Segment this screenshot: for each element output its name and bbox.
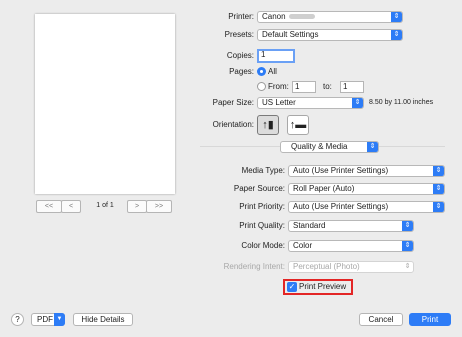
pages-to-input[interactable]: 1 <box>340 81 364 93</box>
pages-all-label: All <box>268 67 277 76</box>
copies-input[interactable]: 1 <box>257 49 295 63</box>
next-page-label: > <box>134 203 140 210</box>
paper-source-value: Roll Paper (Auto) <box>293 184 355 193</box>
print-priority-label: Print Priority: <box>239 202 285 211</box>
pages-all-radio[interactable] <box>257 67 266 76</box>
pages-from-radio[interactable] <box>257 82 266 91</box>
section-value: Quality & Media <box>291 142 348 151</box>
orientation-label: Orientation: <box>212 120 254 129</box>
page-indicator: 1 of 1 <box>96 202 114 209</box>
pages-from-label: From: <box>268 82 289 91</box>
last-page-label: >> <box>154 203 164 210</box>
printer-popup[interactable]: Canon ⇕ <box>257 11 403 23</box>
updown-arrow-icon: ⇕ <box>433 202 444 212</box>
pdf-menu-button[interactable]: PDF ▼ <box>31 313 65 326</box>
updown-arrow-icon: ⇕ <box>404 263 411 270</box>
presets-label: Presets: <box>224 30 254 39</box>
pages-to-label: to: <box>323 82 332 91</box>
next-page-button[interactable]: > <box>127 200 147 213</box>
first-page-label: << <box>44 203 54 210</box>
paper-source-label: Paper Source: <box>233 184 285 193</box>
previous-page-label: < <box>68 203 74 210</box>
print-preview-label: Print Preview <box>299 282 347 291</box>
landscape-icon: ↑▬ <box>289 119 307 131</box>
print-preview-checkbox[interactable]: ✓ <box>287 282 297 292</box>
presets-value: Default Settings <box>262 30 319 39</box>
updown-arrow-icon: ⇕ <box>391 30 402 40</box>
cancel-button[interactable]: Cancel <box>359 313 403 326</box>
rendering-intent-label: Rendering Intent: <box>223 262 285 271</box>
updown-arrow-icon: ⇕ <box>402 221 413 231</box>
paper-size-value: US Letter <box>262 98 296 107</box>
media-type-popup[interactable]: Auto (Use Printer Settings) ⇕ <box>288 165 445 177</box>
color-mode-value: Color <box>293 241 313 250</box>
chevron-down-icon: ▼ <box>54 313 65 326</box>
print-priority-value: Auto (Use Printer Settings) <box>293 202 389 211</box>
print-quality-label: Print Quality: <box>239 221 285 230</box>
color-mode-popup[interactable]: Color ⇕ <box>288 240 414 252</box>
question-icon: ? <box>15 315 20 324</box>
paper-size-label: Paper Size: <box>212 98 254 107</box>
updown-arrow-icon: ⇕ <box>433 184 444 194</box>
media-type-label: Media Type: <box>241 166 285 175</box>
first-page-button[interactable]: << <box>36 200 62 213</box>
paper-size-dimensions: 8.50 by 11.00 inches <box>369 99 434 106</box>
print-priority-popup[interactable]: Auto (Use Printer Settings) ⇕ <box>288 201 445 213</box>
paper-source-popup[interactable]: Roll Paper (Auto) ⇕ <box>288 183 445 195</box>
help-button[interactable]: ? <box>11 313 24 326</box>
orientation-landscape-button[interactable]: ↑▬ <box>287 115 309 135</box>
checkmark-icon: ✓ <box>288 282 296 291</box>
updown-arrow-icon: ⇕ <box>391 12 402 22</box>
presets-popup[interactable]: Default Settings ⇕ <box>257 29 403 41</box>
printer-label: Printer: <box>228 12 254 21</box>
paper-size-popup[interactable]: US Letter ⇕ <box>257 97 364 109</box>
print-button[interactable]: Print <box>409 313 451 326</box>
media-type-value: Auto (Use Printer Settings) <box>293 166 389 175</box>
rendering-intent-value: Perceptual (Photo) <box>293 262 360 271</box>
pages-from-input[interactable]: 1 <box>292 81 316 93</box>
print-quality-popup[interactable]: Standard ⇕ <box>288 220 414 232</box>
orientation-portrait-button[interactable]: ↑▮ <box>257 115 279 135</box>
hide-details-button[interactable]: Hide Details <box>73 313 133 326</box>
printer-model-redacted <box>288 14 315 20</box>
last-page-button[interactable]: >> <box>146 200 172 213</box>
updown-arrow-icon: ⇕ <box>367 142 378 152</box>
pages-label: Pages: <box>229 67 254 76</box>
updown-arrow-icon: ⇕ <box>402 241 413 251</box>
pdf-label: PDF <box>37 315 53 324</box>
updown-arrow-icon: ⇕ <box>433 166 444 176</box>
section-popup[interactable]: Quality & Media ⇕ <box>280 141 379 153</box>
print-quality-value: Standard <box>293 221 326 230</box>
print-preview-page <box>35 14 175 194</box>
previous-page-button[interactable]: < <box>61 200 81 213</box>
color-mode-label: Color Mode: <box>241 241 285 250</box>
portrait-icon: ↑▮ <box>262 119 274 131</box>
rendering-intent-popup: Perceptual (Photo) ⇕ <box>288 261 414 273</box>
updown-arrow-icon: ⇕ <box>352 98 363 108</box>
copies-label: Copies: <box>226 51 254 60</box>
printer-name: Canon <box>262 12 286 21</box>
